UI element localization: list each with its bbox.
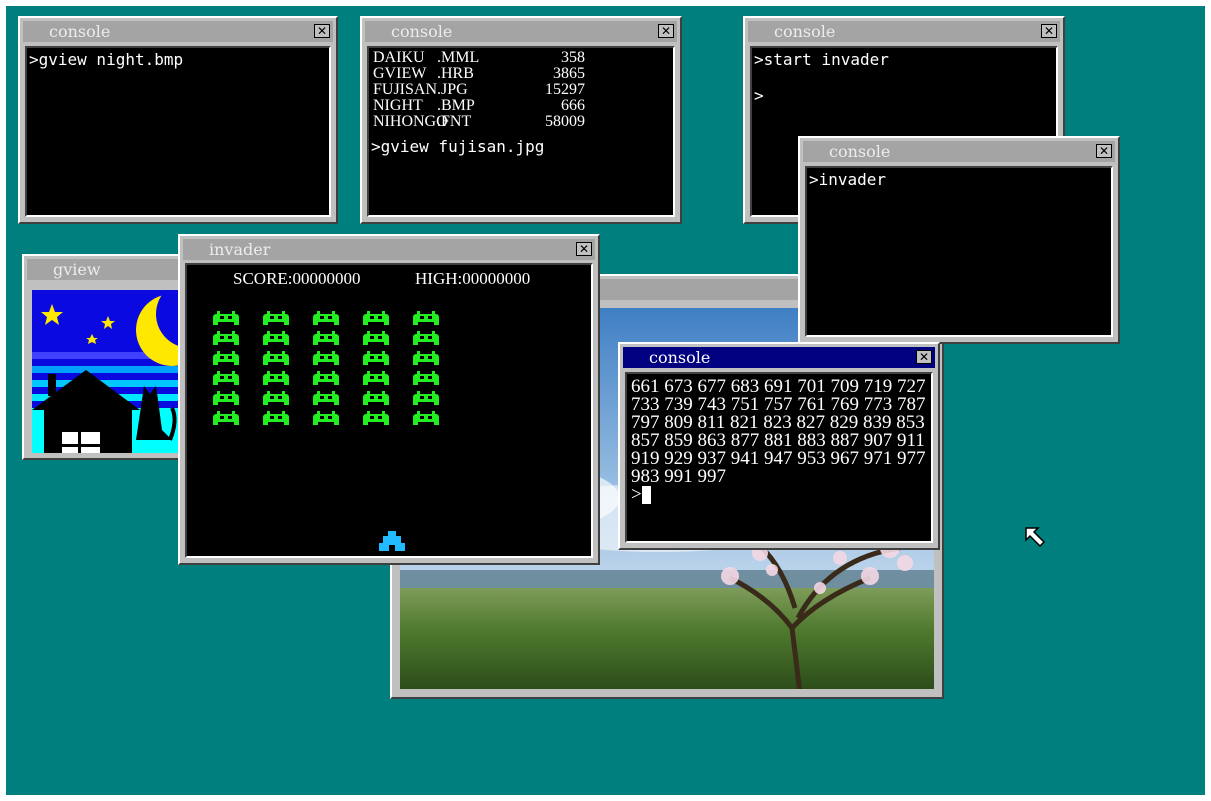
- file-ext: .BMP: [437, 97, 475, 114]
- console-1-body[interactable]: >gview night.bmp: [25, 46, 331, 217]
- alien-invader-icon: [411, 371, 441, 385]
- alien-invader-icon: [261, 371, 291, 385]
- close-icon[interactable]: ✕: [658, 24, 674, 38]
- alien-invader-icon: [411, 351, 441, 365]
- file-ext: .MML: [437, 49, 480, 66]
- alien-invader-icon: [261, 331, 291, 345]
- alien-invader-icon: [261, 411, 291, 425]
- close-icon[interactable]: ✕: [1096, 144, 1112, 158]
- file-name: NIHONGO: [373, 113, 448, 130]
- prompt: >: [631, 484, 642, 505]
- alien-invader-icon: [311, 391, 341, 405]
- console-window-4[interactable]: console ✕ >invader: [798, 136, 1120, 344]
- file-name: FUJISAN: [373, 81, 438, 98]
- close-icon[interactable]: ✕: [314, 24, 330, 38]
- alien-invader-icon: [311, 351, 341, 365]
- alien-invader-icon: [361, 411, 391, 425]
- console-1-text: >gview night.bmp: [29, 50, 184, 69]
- console-window-2[interactable]: console ✕ DAIKU .MML 358 GVIEW .HRB 3865 FUJIS…: [360, 16, 682, 224]
- file-size: 3865: [553, 65, 585, 82]
- alien-invader-icon: [261, 311, 291, 325]
- file-name: NIGHT: [373, 97, 423, 114]
- console-5-title[interactable]: console: [623, 347, 935, 368]
- alien-invader-icon: [211, 311, 241, 325]
- console-3-text: >start invader >: [754, 50, 889, 105]
- file-size: 58009: [545, 113, 585, 130]
- file-row: GVIEW .HRB 3865: [373, 66, 669, 82]
- alien-invader-icon: [211, 351, 241, 365]
- alien-invader-icon: [261, 351, 291, 365]
- console-2-command: >gview fujisan.jpg: [371, 137, 545, 156]
- console-window-5[interactable]: console ✕ 661 673 677 683 691 701 709 71…: [618, 342, 940, 550]
- primes-output: 661 673 677 683 691 701 709 719 727 733 …: [631, 376, 926, 487]
- alien-invader-icon: [411, 311, 441, 325]
- arrow-cursor-icon: [1025, 527, 1046, 548]
- console-5-body[interactable]: 661 673 677 683 691 701 709 719 727 733 …: [625, 372, 933, 543]
- file-name: GVIEW: [373, 65, 427, 82]
- alien-invader-icon: [311, 331, 341, 345]
- alien-invader-icon: [361, 351, 391, 365]
- score-display: SCORE:00000000: [233, 269, 361, 288]
- console-1-title[interactable]: console: [23, 21, 333, 42]
- file-size: 358: [561, 49, 585, 66]
- close-icon[interactable]: ✕: [576, 242, 592, 256]
- console-5-prompt-line: >: [627, 484, 931, 505]
- console-2-title[interactable]: console: [365, 21, 677, 42]
- alien-invader-icon: [261, 391, 291, 405]
- high-score-display: HIGH:00000000: [415, 269, 531, 288]
- alien-invader-icon: [361, 371, 391, 385]
- invader-window[interactable]: invader ✕ SCORE:00000000 HIGH:00000000: [178, 234, 600, 565]
- file-row: NIGHT .BMP 666: [373, 98, 669, 114]
- console-4-body[interactable]: >invader: [805, 166, 1113, 337]
- alien-invader-icon: [311, 411, 341, 425]
- alien-invader-icon: [361, 391, 391, 405]
- console-3-title[interactable]: console: [748, 21, 1060, 42]
- console-4-title[interactable]: console: [803, 141, 1115, 162]
- alien-invader-icon: [411, 331, 441, 345]
- alien-invader-icon: [411, 391, 441, 405]
- alien-invader-icon: [211, 391, 241, 405]
- alien-invader-icon: [311, 371, 341, 385]
- directory-listing: DAIKU .MML 358 GVIEW .HRB 3865 FUJISAN .JPG 1529…: [369, 48, 673, 132]
- file-row: FUJISAN .JPG 15297: [373, 82, 669, 98]
- close-icon[interactable]: ✕: [916, 350, 932, 364]
- file-size: 15297: [545, 81, 585, 98]
- file-row: DAIKU .MML 358: [373, 50, 669, 66]
- text-cursor: [641, 486, 651, 504]
- file-row: NIHONGO .FNT 58009: [373, 114, 669, 130]
- console-window-1[interactable]: console ✕ >gview night.bmp: [18, 16, 338, 224]
- desktop[interactable]: console ✕ >gview night.bmp console ✕ DAI…: [6, 6, 1205, 795]
- console-2-body[interactable]: DAIKU .MML 358 GVIEW .HRB 3865 FUJISAN .JPG 1529…: [367, 46, 675, 217]
- invader-game-area[interactable]: SCORE:00000000 HIGH:00000000: [185, 263, 593, 558]
- file-ext: .JPG: [437, 81, 468, 98]
- file-ext: .HRB: [437, 65, 474, 82]
- alien-invader-icon: [211, 331, 241, 345]
- file-name: DAIKU: [373, 49, 425, 66]
- alien-invader-icon: [361, 331, 391, 345]
- invader-title[interactable]: invader: [183, 239, 595, 260]
- console-4-text: >invader: [809, 170, 887, 189]
- file-ext: .FNT: [437, 113, 472, 130]
- alien-invader-icon: [361, 311, 391, 325]
- alien-invader-icon: [311, 311, 341, 325]
- alien-invader-icon: [211, 371, 241, 385]
- player-cannon-icon: [379, 531, 405, 551]
- alien-invader-icon: [411, 411, 441, 425]
- file-size: 666: [561, 97, 585, 114]
- close-icon[interactable]: ✕: [1041, 24, 1057, 38]
- alien-invader-icon: [211, 411, 241, 425]
